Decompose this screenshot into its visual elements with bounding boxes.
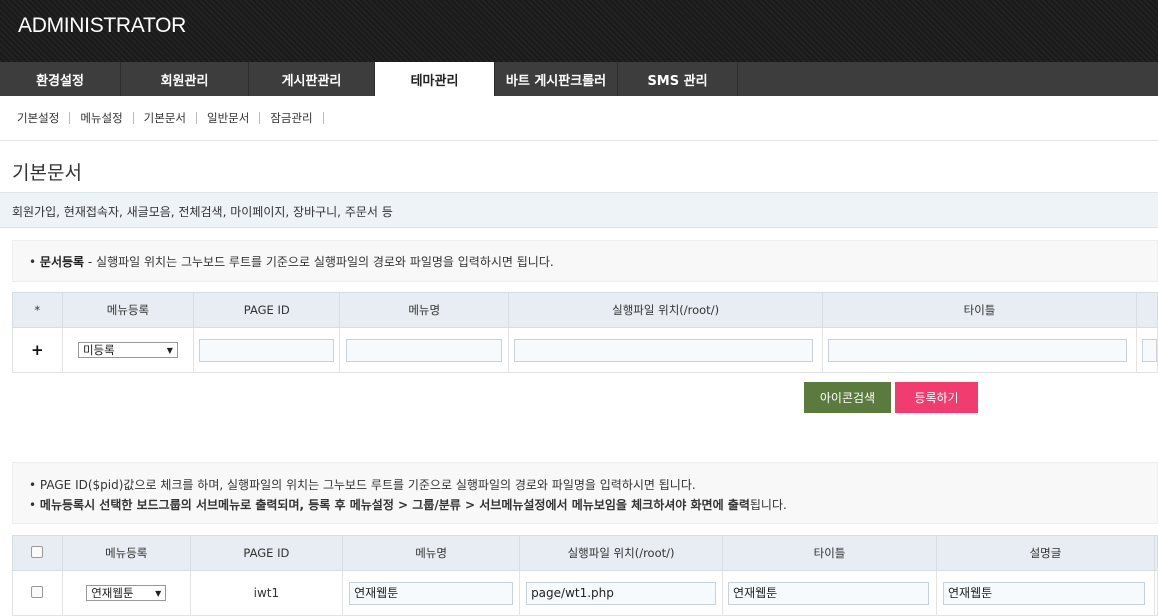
- row-page-id: iwt1: [189, 570, 344, 616]
- menu-register-select-value: 미등록: [82, 343, 115, 357]
- main-nav: 환경설정 회원관리 게시판관리 테마관리 바트 게시판크롤러 SMS 관리: [0, 62, 1158, 96]
- col-menu-register: 메뉴등록: [61, 292, 195, 328]
- col-page-id: PAGE ID: [193, 292, 341, 328]
- col-page-id: PAGE ID: [189, 535, 344, 571]
- row-menu-select-value: 연재웹툰: [91, 586, 134, 600]
- row-file-path-input[interactable]: page/wt1.php: [526, 581, 717, 605]
- row-menu-name-input[interactable]: 연재웹툰: [349, 581, 514, 605]
- chevron-down-icon: ▼: [166, 345, 173, 355]
- col-menu-name: 메뉴명: [342, 535, 521, 571]
- bullet: •: [29, 478, 37, 492]
- list-notice-line1: • PAGE ID($pid)값으로 체크를 하며, 실행파일의 위치는 그누보…: [29, 475, 1141, 495]
- row-menu-select[interactable]: 연재웹툰 ▼: [86, 585, 167, 601]
- col-title: 타이틀: [722, 535, 937, 571]
- register-row: + 미등록 ▼: [12, 327, 1158, 373]
- bullet: •: [29, 255, 37, 269]
- page-description: 회원가입, 현재접속자, 새글모음, 전체검색, 마이페이지, 장바구니, 주문…: [0, 192, 1158, 228]
- select-all-checkbox[interactable]: [31, 545, 44, 558]
- tab-members[interactable]: 회원관리: [121, 62, 249, 96]
- register-notice-text: - 실행파일 위치는 그누보드 루트를 기준으로 실행파일의 경로와 파일명을 …: [84, 255, 554, 269]
- subnav-general-docs[interactable]: 일반문서: [197, 112, 261, 124]
- admin-title[interactable]: ADMINISTRATOR: [18, 14, 186, 38]
- chevron-down-icon: ▼: [155, 588, 162, 598]
- admin-header: ADMINISTRATOR: [0, 0, 1158, 62]
- tab-environment[interactable]: 환경설정: [0, 62, 121, 96]
- page-title: 기본문서: [12, 162, 82, 184]
- menu-name-input[interactable]: [346, 338, 503, 362]
- subnav-basic-settings[interactable]: 기본설정: [7, 112, 71, 124]
- col-file-path: 실행파일 위치(/root/): [508, 292, 824, 328]
- list-notice-line1-text: PAGE ID($pid)값으로 체크를 하며, 실행파일의 위치는 그누보드 …: [39, 478, 696, 492]
- tab-sms[interactable]: SMS 관리: [618, 62, 738, 96]
- tab-boards[interactable]: 게시판관리: [249, 62, 375, 96]
- register-button[interactable]: 등록하기: [895, 382, 978, 413]
- register-notice: • 문서등록 - 실행파일 위치는 그누보드 루트를 기준으로 실행파일의 경로…: [12, 240, 1158, 282]
- register-table: * 메뉴등록 PAGE ID 메뉴명 실행파일 위치(/root/) 타이틀 +…: [12, 292, 1158, 373]
- col-star: *: [12, 292, 63, 328]
- col-menu-name: 메뉴명: [339, 292, 510, 328]
- col-menu-register: 메뉴등록: [61, 535, 191, 571]
- extra-input[interactable]: [1141, 338, 1157, 362]
- row-description-input[interactable]: 연재웹툰: [943, 581, 1145, 605]
- file-path-input[interactable]: [514, 338, 814, 362]
- page-id-input[interactable]: [199, 338, 335, 362]
- row-title-input[interactable]: 연재웹툰: [728, 581, 930, 605]
- sub-nav: 기본설정 메뉴설정 기본문서 일반문서 잠금관리: [0, 96, 1158, 141]
- list-notice-line2: • 메뉴등록시 선택한 보드그룹의 서브메뉴로 출력되며, 등록 후 메뉴설정 …: [29, 495, 1141, 515]
- tab-theme[interactable]: 테마관리: [375, 62, 495, 96]
- col-description: 설명글: [936, 535, 1155, 571]
- table-row: 연재웹툰 ▼ iwt1 연재웹툰 page/wt1.php 연재웹툰 연재웹툰: [12, 570, 1158, 616]
- subnav-menu-settings[interactable]: 메뉴설정: [70, 112, 134, 124]
- bullet: •: [29, 498, 37, 512]
- tab-crawler[interactable]: 바트 게시판크롤러: [495, 62, 618, 96]
- col-title: 타이틀: [822, 292, 1137, 328]
- list-notice-line2-tail: 됩니다.: [749, 498, 787, 512]
- add-icon[interactable]: +: [31, 341, 44, 359]
- menu-register-select[interactable]: 미등록 ▼: [77, 342, 178, 358]
- subnav-lock-management[interactable]: 잠금관리: [260, 112, 324, 124]
- title-input[interactable]: [828, 338, 1128, 362]
- subnav-basic-docs[interactable]: 기본문서: [134, 112, 197, 124]
- list-table-header: 메뉴등록 PAGE ID 메뉴명 실행파일 위치(/root/) 타이틀 설명글: [12, 535, 1158, 571]
- register-table-header: * 메뉴등록 PAGE ID 메뉴명 실행파일 위치(/root/) 타이틀: [12, 292, 1158, 328]
- icon-search-button[interactable]: 아이콘검색: [804, 382, 891, 413]
- col-overflow: [1135, 292, 1158, 328]
- list-notice-line2-strong: 메뉴등록시 선택한 보드그룹의 서브메뉴로 출력되며, 등록 후 메뉴설정 > …: [39, 498, 750, 512]
- row-checkbox[interactable]: [31, 585, 44, 598]
- list-table: 메뉴등록 PAGE ID 메뉴명 실행파일 위치(/root/) 타이틀 설명글…: [12, 535, 1158, 616]
- register-notice-strong: 문서등록: [39, 255, 85, 269]
- col-file-path: 실행파일 위치(/root/): [519, 535, 724, 571]
- col-overflow: [1153, 535, 1158, 571]
- list-notice: • PAGE ID($pid)값으로 체크를 하며, 실행파일의 위치는 그누보…: [12, 462, 1158, 524]
